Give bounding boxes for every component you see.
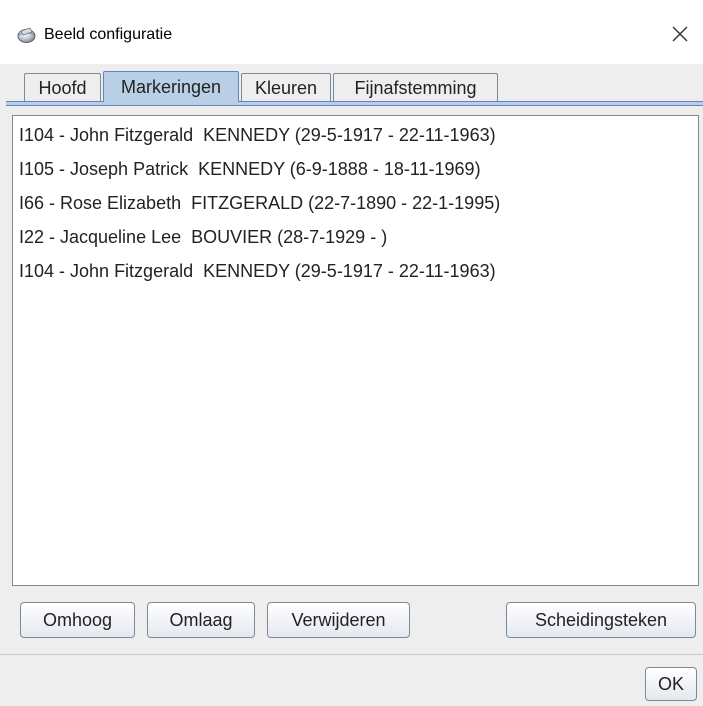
close-icon[interactable] bbox=[668, 22, 692, 46]
list-item[interactable]: I105 - Joseph Patrick KENNEDY (6-9-1888 … bbox=[19, 158, 481, 180]
move-up-button[interactable]: Omhoog bbox=[20, 602, 135, 638]
title-bar: Beeld configuratie bbox=[0, 0, 703, 64]
window-title: Beeld configuratie bbox=[44, 26, 173, 43]
app-globe-icon bbox=[17, 27, 36, 43]
ok-button[interactable]: OK bbox=[645, 667, 697, 701]
footer-divider bbox=[0, 654, 703, 655]
remove-button[interactable]: Verwijderen bbox=[267, 602, 410, 638]
separator-button[interactable]: Scheidingsteken bbox=[506, 602, 696, 638]
list-item[interactable]: I22 - Jacqueline Lee BOUVIER (28-7-1929 … bbox=[19, 226, 387, 248]
dialog-window: Beeld configuratie Hoofd Markeringen Kle… bbox=[0, 0, 703, 706]
tab-fijnafstemming[interactable]: Fijnafstemming bbox=[333, 73, 498, 101]
markings-list[interactable]: I104 - John Fitzgerald KENNEDY (29-5-191… bbox=[12, 115, 699, 586]
move-down-button[interactable]: Omlaag bbox=[147, 602, 255, 638]
list-item[interactable]: I66 - Rose Elizabeth FITZGERALD (22-7-18… bbox=[19, 192, 500, 214]
tab-markeringen[interactable]: Markeringen bbox=[103, 71, 239, 102]
list-item[interactable]: I104 - John Fitzgerald KENNEDY (29-5-191… bbox=[19, 260, 496, 282]
tab-hoofd[interactable]: Hoofd bbox=[24, 73, 101, 101]
list-item[interactable]: I104 - John Fitzgerald KENNEDY (29-5-191… bbox=[19, 124, 496, 146]
tab-kleuren[interactable]: Kleuren bbox=[241, 73, 331, 101]
